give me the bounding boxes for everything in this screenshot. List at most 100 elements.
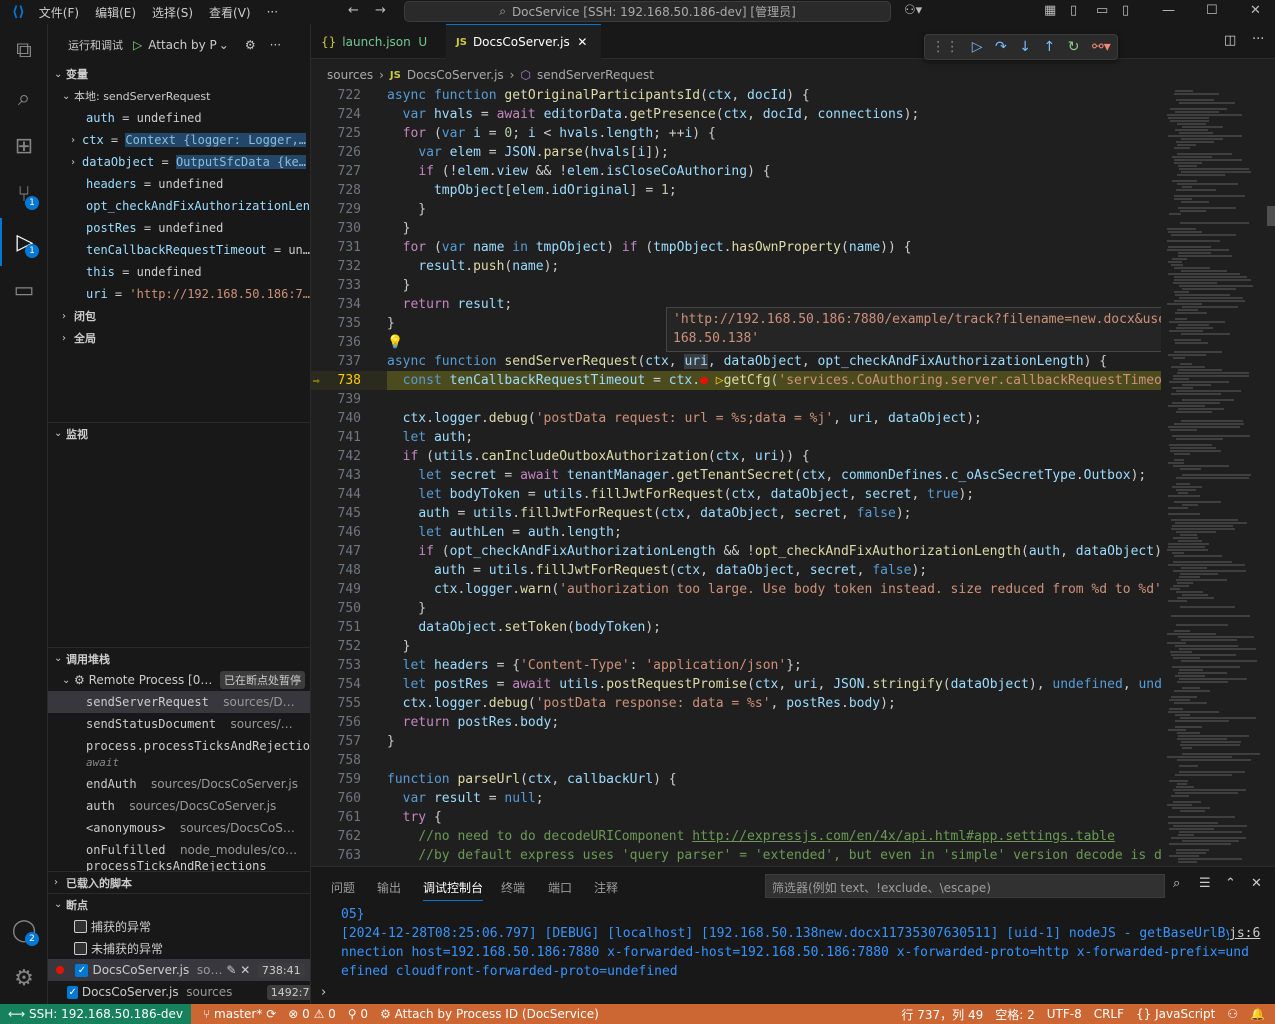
stack-frame[interactable]: processTicksAndRejections (48, 861, 310, 871)
maximize-panel-icon[interactable]: ⌃ (1225, 876, 1236, 891)
cursor-position[interactable]: 行 737，列 49 (901, 1006, 983, 1023)
menu-view[interactable]: 查看(V) (209, 4, 251, 21)
tab-launch-json[interactable]: {} launch.json U (311, 24, 446, 59)
uncaught-exceptions-checkbox[interactable] (74, 941, 87, 955)
tab-comments[interactable]: 注释 (594, 879, 618, 896)
close-panel-icon[interactable]: ✕ (1251, 876, 1262, 891)
customize-layout-icon[interactable]: ▦ (1044, 3, 1056, 18)
tab-debug-console[interactable]: 调试控制台 (423, 879, 484, 901)
remove-breakpoint-icon[interactable]: ✕ (240, 963, 250, 977)
restart-icon[interactable]: ↻ (1068, 39, 1080, 55)
minimap[interactable] (1161, 86, 1275, 866)
variable-row[interactable]: uri = 'http://192.168.50.186:7… (48, 283, 310, 305)
tab-ports[interactable]: 端口 (548, 879, 572, 896)
remote-explorer-icon[interactable]: ▭ (0, 266, 48, 314)
start-debug-icon[interactable]: ▷ (133, 38, 142, 52)
step-into-icon[interactable]: ↓ (1019, 39, 1031, 55)
chevron-down-icon[interactable]: ⌄ (219, 38, 229, 52)
breakpoint-checkbox[interactable]: ✓ (67, 985, 78, 999)
breadcrumb-file[interactable]: DocsCoServer.js (407, 68, 504, 82)
problems-indicator[interactable]: ⊗ 0 ⚠ 0 (288, 1007, 336, 1021)
step-out-icon[interactable]: ↑ (1044, 39, 1056, 55)
extensions-icon[interactable]: ⊞ (0, 122, 48, 170)
breadcrumb-symbol[interactable]: sendServerRequest (537, 68, 654, 82)
stack-frame[interactable]: onFulfilled node_modules/co… (48, 839, 310, 861)
toggle-secondary-sidebar-icon[interactable]: ▯ (1122, 3, 1129, 18)
stack-frame[interactable]: <anonymous> sources/DocsCoS… (48, 817, 310, 839)
uncaught-exceptions-row[interactable]: 未捕获的异常 (48, 937, 310, 959)
remote-indicator[interactable]: ⟷ SSH: 192.168.50.186-dev (0, 1004, 192, 1024)
search-view-icon[interactable]: ⌕ (0, 74, 48, 122)
run-debug-icon[interactable]: ▷ 1 (0, 218, 48, 266)
caught-exceptions-row[interactable]: 捕获的异常 (48, 915, 310, 937)
variable-row[interactable]: this = undefined (48, 261, 310, 283)
variable-row[interactable]: › ctx = Context {logger: Logger,… (48, 129, 310, 151)
more-actions-icon[interactable]: ··· (270, 38, 281, 52)
copilot-icon[interactable]: ⚇▾ (904, 3, 922, 18)
menu-selection[interactable]: 选择(S) (152, 4, 193, 21)
tab-problems[interactable]: 问题 (331, 879, 355, 896)
maximize-icon[interactable]: ☐ (1206, 3, 1218, 18)
debug-console-filter-input[interactable]: 筛选器(例如 text、!exclude、\escape) (765, 874, 1165, 898)
forward-arrow-icon[interactable]: → (375, 3, 386, 18)
copilot-status-icon[interactable]: ⚇ (1227, 1007, 1238, 1021)
breakpoints-header[interactable]: ⌄ 断点 (48, 893, 310, 915)
end-of-line[interactable]: CRLF (1094, 1007, 1124, 1021)
source-control-icon[interactable]: ⑂ 1 (0, 170, 48, 218)
stack-frame[interactable]: sendStatusDocument sources/… (48, 713, 310, 735)
breakpoint-row[interactable]: ✓ DocsCoServer.js sources 1492:7 (48, 981, 310, 1003)
caught-exceptions-checkbox[interactable] (74, 919, 87, 933)
branch-indicator[interactable]: ⑂ master* ⟳ (203, 1007, 276, 1021)
debug-config-select[interactable]: Attach by P (148, 38, 217, 52)
closure-scope-node[interactable]: › 闭包 (48, 305, 310, 327)
toggle-sidebar-icon[interactable]: ▯ (1070, 3, 1077, 18)
continue-icon[interactable]: ▷ (972, 39, 983, 55)
close-window-icon[interactable]: ✕ (1250, 3, 1261, 18)
explorer-icon[interactable]: ⧉ (0, 26, 48, 74)
settings-gear-icon[interactable]: ⚙ (0, 954, 48, 1002)
code-editor[interactable]: 722 async function getOriginalParticipant… (311, 86, 1161, 866)
callstack-process[interactable]: ⌄ ⚙ Remote Process [0… 已在断点处暂停 (48, 669, 310, 691)
variable-row[interactable]: › dataObject = OutputSfcData {ke… (48, 151, 310, 173)
language-mode[interactable]: {} JavaScript (1136, 1007, 1215, 1021)
disconnect-icon[interactable]: ⚯▾ (1092, 39, 1111, 55)
more-actions-icon[interactable]: ··· (1252, 32, 1264, 47)
notifications-bell-icon[interactable]: 🔔 (1250, 1007, 1265, 1021)
minimap-slider[interactable] (1267, 206, 1275, 226)
global-scope-node[interactable]: › 全局 (48, 327, 310, 349)
stack-frame[interactable]: sendServerRequest sources/D… (48, 691, 310, 713)
clear-console-icon[interactable]: ☰ (1199, 876, 1211, 891)
debug-session-indicator[interactable]: ⚙ Attach by Process ID (DocService) (380, 1007, 599, 1021)
callstack-section-header[interactable]: ⌄ 调用堆栈 (48, 647, 310, 669)
local-scope-node[interactable]: ⌄ 本地: sendServerRequest (48, 85, 310, 107)
menu-edit[interactable]: 编辑(E) (95, 4, 136, 21)
menu-file[interactable]: 文件(F) (39, 4, 79, 21)
stack-frame[interactable]: auth sources/DocsCoServer.js (48, 795, 310, 817)
open-launch-json-gear-icon[interactable]: ⚙ (245, 38, 256, 52)
tab-docscoserver-js[interactable]: JS DocsCoServer.js ✕ (446, 24, 601, 59)
variable-row[interactable]: auth = undefined (48, 107, 310, 129)
close-tab-icon[interactable]: ✕ (577, 35, 587, 49)
minimize-icon[interactable]: — (1162, 3, 1175, 18)
variable-row[interactable]: postRes = undefined (48, 217, 310, 239)
breakpoint-row[interactable]: ✓ DocsCoServer.js so… ✎ ✕ 738:41 (48, 959, 310, 981)
watch-section-header[interactable]: ⌄ 监视 (48, 422, 310, 444)
tab-terminal[interactable]: 终端 (501, 879, 525, 896)
search-icon[interactable]: ⌕ (1173, 876, 1180, 891)
breadcrumb-folder[interactable]: sources (327, 68, 373, 82)
account-icon[interactable]: ◯ 2 (0, 906, 48, 954)
command-center-search[interactable]: ⌕ DocService [SSH: 192.168.50.186-dev] [… (404, 1, 891, 22)
variables-section-header[interactable]: ⌄ 变量 (48, 63, 310, 85)
tab-output[interactable]: 输出 (377, 879, 401, 896)
breakpoint-checkbox[interactable]: ✓ (75, 963, 89, 977)
step-over-icon[interactable]: ↷ (995, 39, 1007, 55)
ports-indicator[interactable]: ⚲ 0 (348, 1007, 368, 1021)
stack-frame[interactable]: endAuth sources/DocsCoServer.js (48, 773, 310, 795)
variable-row[interactable]: tenCallbackRequestTimeout = un… (48, 239, 310, 261)
indentation[interactable]: 空格: 2 (995, 1006, 1035, 1023)
toggle-panel-icon[interactable]: ▭ (1096, 3, 1108, 18)
variable-row[interactable]: headers = undefined (48, 173, 310, 195)
edit-breakpoint-icon[interactable]: ✎ (226, 963, 236, 977)
menu-more[interactable]: ··· (267, 5, 278, 19)
back-arrow-icon[interactable]: ← (348, 3, 359, 18)
